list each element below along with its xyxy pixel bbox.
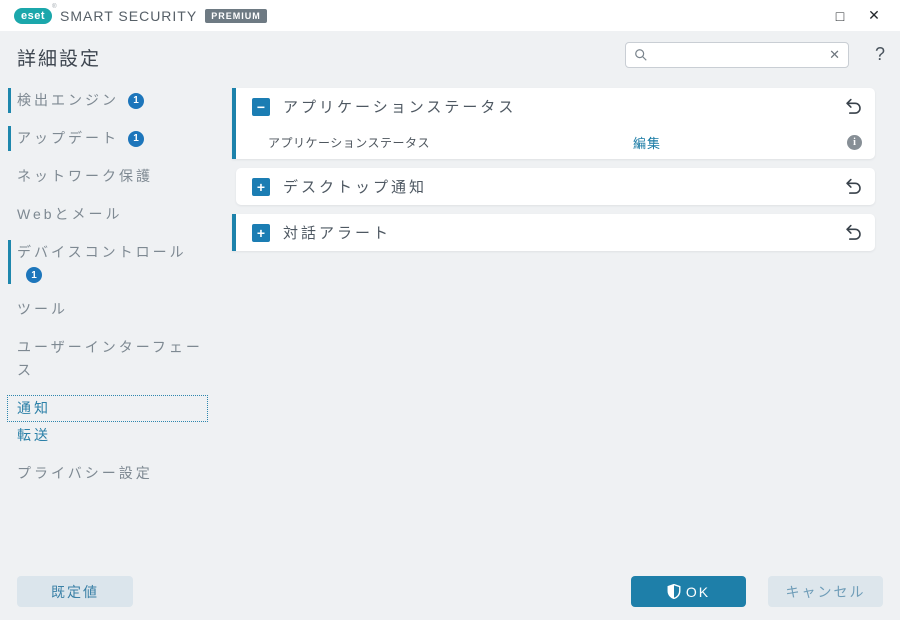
section-desktop-notifications: + デスクトップ通知	[236, 168, 875, 205]
sidebar-item-detection-engine[interactable]: 検出エンジン 1	[8, 88, 207, 113]
expand-icon[interactable]: +	[252, 177, 270, 196]
expand-icon[interactable]: +	[252, 223, 270, 242]
settings-sidebar: 検出エンジン 1 アップデート 1 ネットワーク保護 Webとメール デバイスコ…	[0, 88, 208, 576]
sidebar-item-notifications[interactable]: 通知	[7, 395, 208, 422]
product-name: SMART SECURITY	[60, 7, 198, 24]
ok-label: OK	[685, 583, 711, 600]
settings-body: 検出エンジン 1 アップデート 1 ネットワーク保護 Webとメール デバイスコ…	[0, 82, 900, 576]
revert-to-default-button[interactable]	[845, 178, 862, 195]
sidebar-item-web-and-email[interactable]: Webとメール	[8, 202, 207, 227]
attention-badge: 1	[26, 267, 42, 283]
search-input[interactable]	[654, 47, 824, 63]
help-button[interactable]: ?	[875, 44, 885, 65]
search-icon	[635, 49, 647, 61]
page-title: 詳細設定	[17, 49, 102, 70]
sidebar-item-update[interactable]: アップデート 1	[8, 126, 207, 151]
sidebar-item-tools[interactable]: ツール	[8, 297, 207, 322]
cancel-button[interactable]: キャンセル	[768, 576, 883, 607]
brand: eset ® SMART SECURITY PREMIUM	[14, 4, 267, 24]
sidebar-item-device-control[interactable]: デバイスコントロール 1	[8, 240, 207, 284]
search-box[interactable]: ✕	[625, 42, 849, 68]
sidebar-item-user-interface[interactable]: ユーザーインターフェース	[8, 335, 207, 383]
revert-icon	[846, 178, 861, 194]
setting-row-application-statuses: アプリケーションステータス 編集 i	[236, 125, 875, 159]
settings-panel: − アプリケーションステータス アプリケーションステータス 編集 i + デスク…	[232, 88, 875, 576]
collapse-icon[interactable]: −	[252, 97, 270, 116]
revert-to-default-button[interactable]	[845, 224, 862, 241]
section-application-statuses: − アプリケーションステータス アプリケーションステータス 編集 i	[232, 88, 875, 159]
section-header-application-statuses[interactable]: − アプリケーションステータス	[236, 88, 875, 125]
clear-search-icon[interactable]: ✕	[829, 47, 840, 63]
attention-badge: 1	[128, 130, 144, 147]
attention-badge: 1	[128, 92, 144, 109]
revert-icon	[846, 224, 861, 240]
registered-mark: ®	[52, 3, 58, 10]
section-header-interactive-alerts[interactable]: + 対話アラート	[236, 214, 875, 251]
section-title: アプリケーションステータス	[283, 99, 517, 116]
titlebar[interactable]: eset ® SMART SECURITY PREMIUM □ ✕	[0, 0, 900, 31]
sidebar-item-network-protection[interactable]: ネットワーク保護	[8, 164, 207, 189]
eset-logo-icon: eset ®	[14, 4, 57, 24]
window-controls: □ ✕	[826, 4, 888, 28]
section-title: 対話アラート	[283, 225, 392, 242]
sidebar-item-privacy-settings[interactable]: プライバシー設定	[8, 461, 207, 486]
info-icon[interactable]: i	[847, 134, 862, 150]
defaults-button[interactable]: 既定値	[17, 576, 133, 607]
section-header-desktop-notifications[interactable]: + デスクトップ通知	[236, 168, 875, 205]
page-header: 詳細設定 ✕ ?	[0, 31, 900, 82]
footer-actions: OK キャンセル	[631, 576, 883, 607]
setting-label: アプリケーションステータス	[268, 135, 431, 150]
edit-link[interactable]: 編集	[633, 133, 661, 152]
eset-settings-window: eset ® SMART SECURITY PREMIUM □ ✕ 詳細設定 ✕…	[0, 0, 900, 620]
section-title: デスクトップ通知	[283, 179, 428, 196]
ok-button[interactable]: OK	[631, 576, 746, 607]
close-button[interactable]: ✕	[860, 4, 888, 28]
section-interactive-alerts: + 対話アラート	[232, 214, 875, 251]
revert-icon	[846, 98, 861, 114]
footer: 既定値 OK キャンセル	[0, 576, 900, 620]
maximize-button[interactable]: □	[826, 4, 854, 28]
shield-icon	[667, 584, 681, 599]
eset-logo-text: eset	[21, 9, 46, 22]
sidebar-item-forwarding[interactable]: 転送	[8, 423, 207, 448]
revert-to-default-button[interactable]	[845, 98, 862, 115]
premium-badge: PREMIUM	[205, 8, 267, 23]
